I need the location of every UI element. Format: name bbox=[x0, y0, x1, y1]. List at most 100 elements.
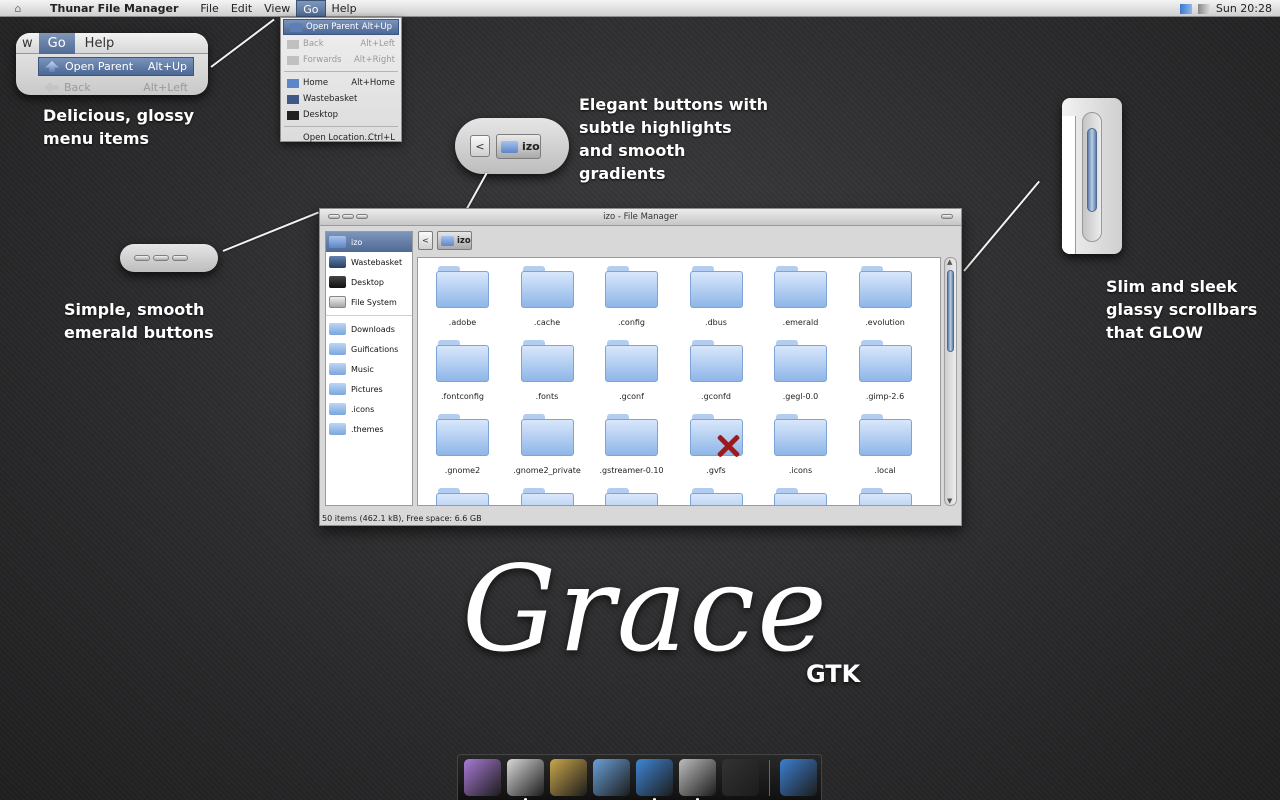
open-location-icon bbox=[287, 134, 299, 143]
menu-go[interactable]: Go bbox=[296, 0, 326, 17]
go-menu-dropdown: Open Parent Alt+Up Back Alt+Left Forwards Alt… bbox=[280, 17, 402, 143]
sidebar-item-icons[interactable]: .icons bbox=[326, 399, 412, 419]
folder-icon bbox=[329, 343, 346, 355]
file-item[interactable]: .emerald bbox=[758, 258, 843, 328]
menu-file[interactable]: File bbox=[194, 0, 224, 17]
settings-icon[interactable] bbox=[464, 759, 501, 796]
folder-icon bbox=[520, 488, 574, 505]
clock[interactable]: Sun 20:28 bbox=[1216, 2, 1272, 15]
scrollbar-thumb[interactable] bbox=[947, 270, 954, 352]
window-menu-button[interactable] bbox=[328, 214, 340, 219]
zoom-open-parent-accel: Alt+Up bbox=[147, 60, 187, 73]
folder-body bbox=[774, 493, 827, 505]
system-logo-icon[interactable]: ⌂ bbox=[0, 2, 36, 15]
file-item[interactable]: .fontconfig bbox=[420, 332, 505, 402]
file-item[interactable]: .cache bbox=[505, 258, 590, 328]
file-item[interactable]: .gnome2_private bbox=[505, 406, 590, 476]
sidebar-item-themes[interactable]: .themes bbox=[326, 419, 412, 439]
folder-body bbox=[689, 493, 743, 505]
vertical-scrollbar[interactable]: ▲ ▼ bbox=[944, 257, 957, 506]
file-item[interactable] bbox=[758, 480, 843, 505]
file-item[interactable]: .local bbox=[843, 406, 928, 476]
folder-body bbox=[436, 493, 489, 505]
breadcrumb-izo[interactable]: izo bbox=[437, 231, 472, 250]
sidebar-item-label: File System bbox=[351, 297, 397, 307]
menu-help[interactable]: Help bbox=[326, 0, 363, 17]
file-item[interactable]: .gconfd bbox=[674, 332, 759, 402]
go-menu-item-open-parent[interactable]: Open Parent Alt+Up bbox=[283, 19, 399, 35]
file-item[interactable] bbox=[420, 480, 505, 505]
go-menu-item-back[interactable]: Back Alt+Left bbox=[281, 36, 401, 52]
zoom-back: Back Alt+Left bbox=[38, 78, 194, 95]
back-arrow-icon bbox=[44, 82, 58, 93]
file-item[interactable]: .gvfs bbox=[674, 406, 759, 476]
file-item[interactable] bbox=[589, 480, 674, 505]
trash-bin-icon[interactable] bbox=[780, 759, 817, 796]
grace-logo-subtitle: GTK bbox=[806, 660, 861, 688]
folder-icon bbox=[436, 340, 489, 382]
file-item[interactable] bbox=[843, 480, 928, 505]
zoom-back-label: Back bbox=[64, 81, 91, 94]
sidebar-item-pictures[interactable]: Pictures bbox=[326, 379, 412, 399]
folder-icon bbox=[858, 488, 912, 505]
file-item[interactable]: .adobe bbox=[420, 258, 505, 328]
file-item[interactable]: .icons bbox=[758, 406, 843, 476]
file-name: .gnome2 bbox=[444, 466, 481, 475]
scroll-down-arrow-icon[interactable]: ▼ bbox=[947, 497, 952, 505]
go-menu-item-forwards[interactable]: Forwards Alt+Right bbox=[281, 52, 401, 68]
window-minimize-button[interactable] bbox=[342, 214, 354, 219]
volume-icon[interactable] bbox=[1197, 3, 1210, 14]
menu-edit[interactable]: Edit bbox=[225, 0, 258, 17]
go-menu-item-accel: Alt+Right bbox=[353, 55, 395, 65]
sidebar-item-music[interactable]: Music bbox=[326, 359, 412, 379]
sidebar-item-label: Wastebasket bbox=[351, 257, 403, 267]
file-item[interactable]: .gstreamer-0.10 bbox=[589, 406, 674, 476]
browser-globe-icon[interactable] bbox=[636, 759, 673, 800]
sidebar-item-izo[interactable]: izo bbox=[326, 232, 412, 252]
go-menu-item-home[interactable]: Home Alt+Home bbox=[281, 75, 401, 91]
file-item[interactable]: .fonts bbox=[505, 332, 590, 402]
go-menu-item-desktop[interactable]: Desktop bbox=[281, 107, 401, 123]
speaker-icon[interactable] bbox=[550, 759, 587, 796]
go-menu-item-wastebasket[interactable]: Wastebasket bbox=[281, 91, 401, 107]
file-item[interactable] bbox=[505, 480, 590, 505]
window-close-button[interactable] bbox=[941, 214, 953, 219]
go-menu-item-label: Desktop bbox=[303, 110, 339, 120]
go-menu-item-label: Open Parent bbox=[306, 22, 359, 32]
sidebar-item-downloads[interactable]: Downloads bbox=[326, 319, 412, 339]
file-item[interactable]: .config bbox=[589, 258, 674, 328]
file-item[interactable]: .gconf bbox=[589, 332, 674, 402]
folder-body bbox=[774, 419, 827, 456]
file-name: .gvfs bbox=[706, 466, 726, 475]
sidebar-item-wastebasket[interactable]: Wastebasket bbox=[326, 252, 412, 272]
callout-emerald: Simple, smooth emerald buttons bbox=[64, 300, 214, 342]
scroll-up-arrow-icon[interactable]: ▲ bbox=[947, 258, 952, 266]
file-item[interactable] bbox=[674, 480, 759, 505]
sidebar-item-label: Music bbox=[351, 364, 374, 374]
callout-menus: Delicious, glossy menu items bbox=[43, 106, 195, 148]
menu-view[interactable]: View bbox=[258, 0, 296, 17]
status-bar: 50 items (462.1 kB), Free space: 6.6 GB bbox=[322, 514, 482, 523]
sidebar-item-desktop[interactable]: Desktop bbox=[326, 272, 412, 292]
terminal-icon[interactable] bbox=[722, 759, 759, 796]
window-shade-button[interactable] bbox=[356, 214, 368, 219]
image-viewer-icon[interactable] bbox=[593, 759, 630, 796]
back-button[interactable]: < bbox=[418, 231, 433, 250]
go-menu-item-open-location[interactable]: Open Location... Ctrl+L bbox=[281, 130, 401, 146]
sidebar-item-guifications[interactable]: Guifications bbox=[326, 339, 412, 359]
dock bbox=[457, 754, 822, 800]
sidebar: izo Wastebasket Desktop File System Download… bbox=[325, 231, 413, 506]
go-menu-item-accel: Alt+Home bbox=[351, 78, 395, 88]
file-item[interactable]: .evolution bbox=[843, 258, 928, 328]
file-item[interactable]: .dbus bbox=[674, 258, 759, 328]
minimize-button bbox=[134, 255, 150, 261]
file-item[interactable]: .gnome2 bbox=[420, 406, 505, 476]
file-item[interactable]: .gegl-0.0 bbox=[758, 332, 843, 402]
cube-icon[interactable] bbox=[679, 759, 716, 800]
sidebar-item-filesystem[interactable]: File System bbox=[326, 292, 412, 312]
file-item[interactable]: .gimp-2.6 bbox=[843, 332, 928, 402]
window-titlebar[interactable]: izo - File Manager bbox=[320, 209, 961, 226]
package-icon[interactable] bbox=[507, 759, 544, 800]
folder-icon bbox=[858, 414, 912, 456]
network-icon[interactable] bbox=[1179, 3, 1192, 14]
